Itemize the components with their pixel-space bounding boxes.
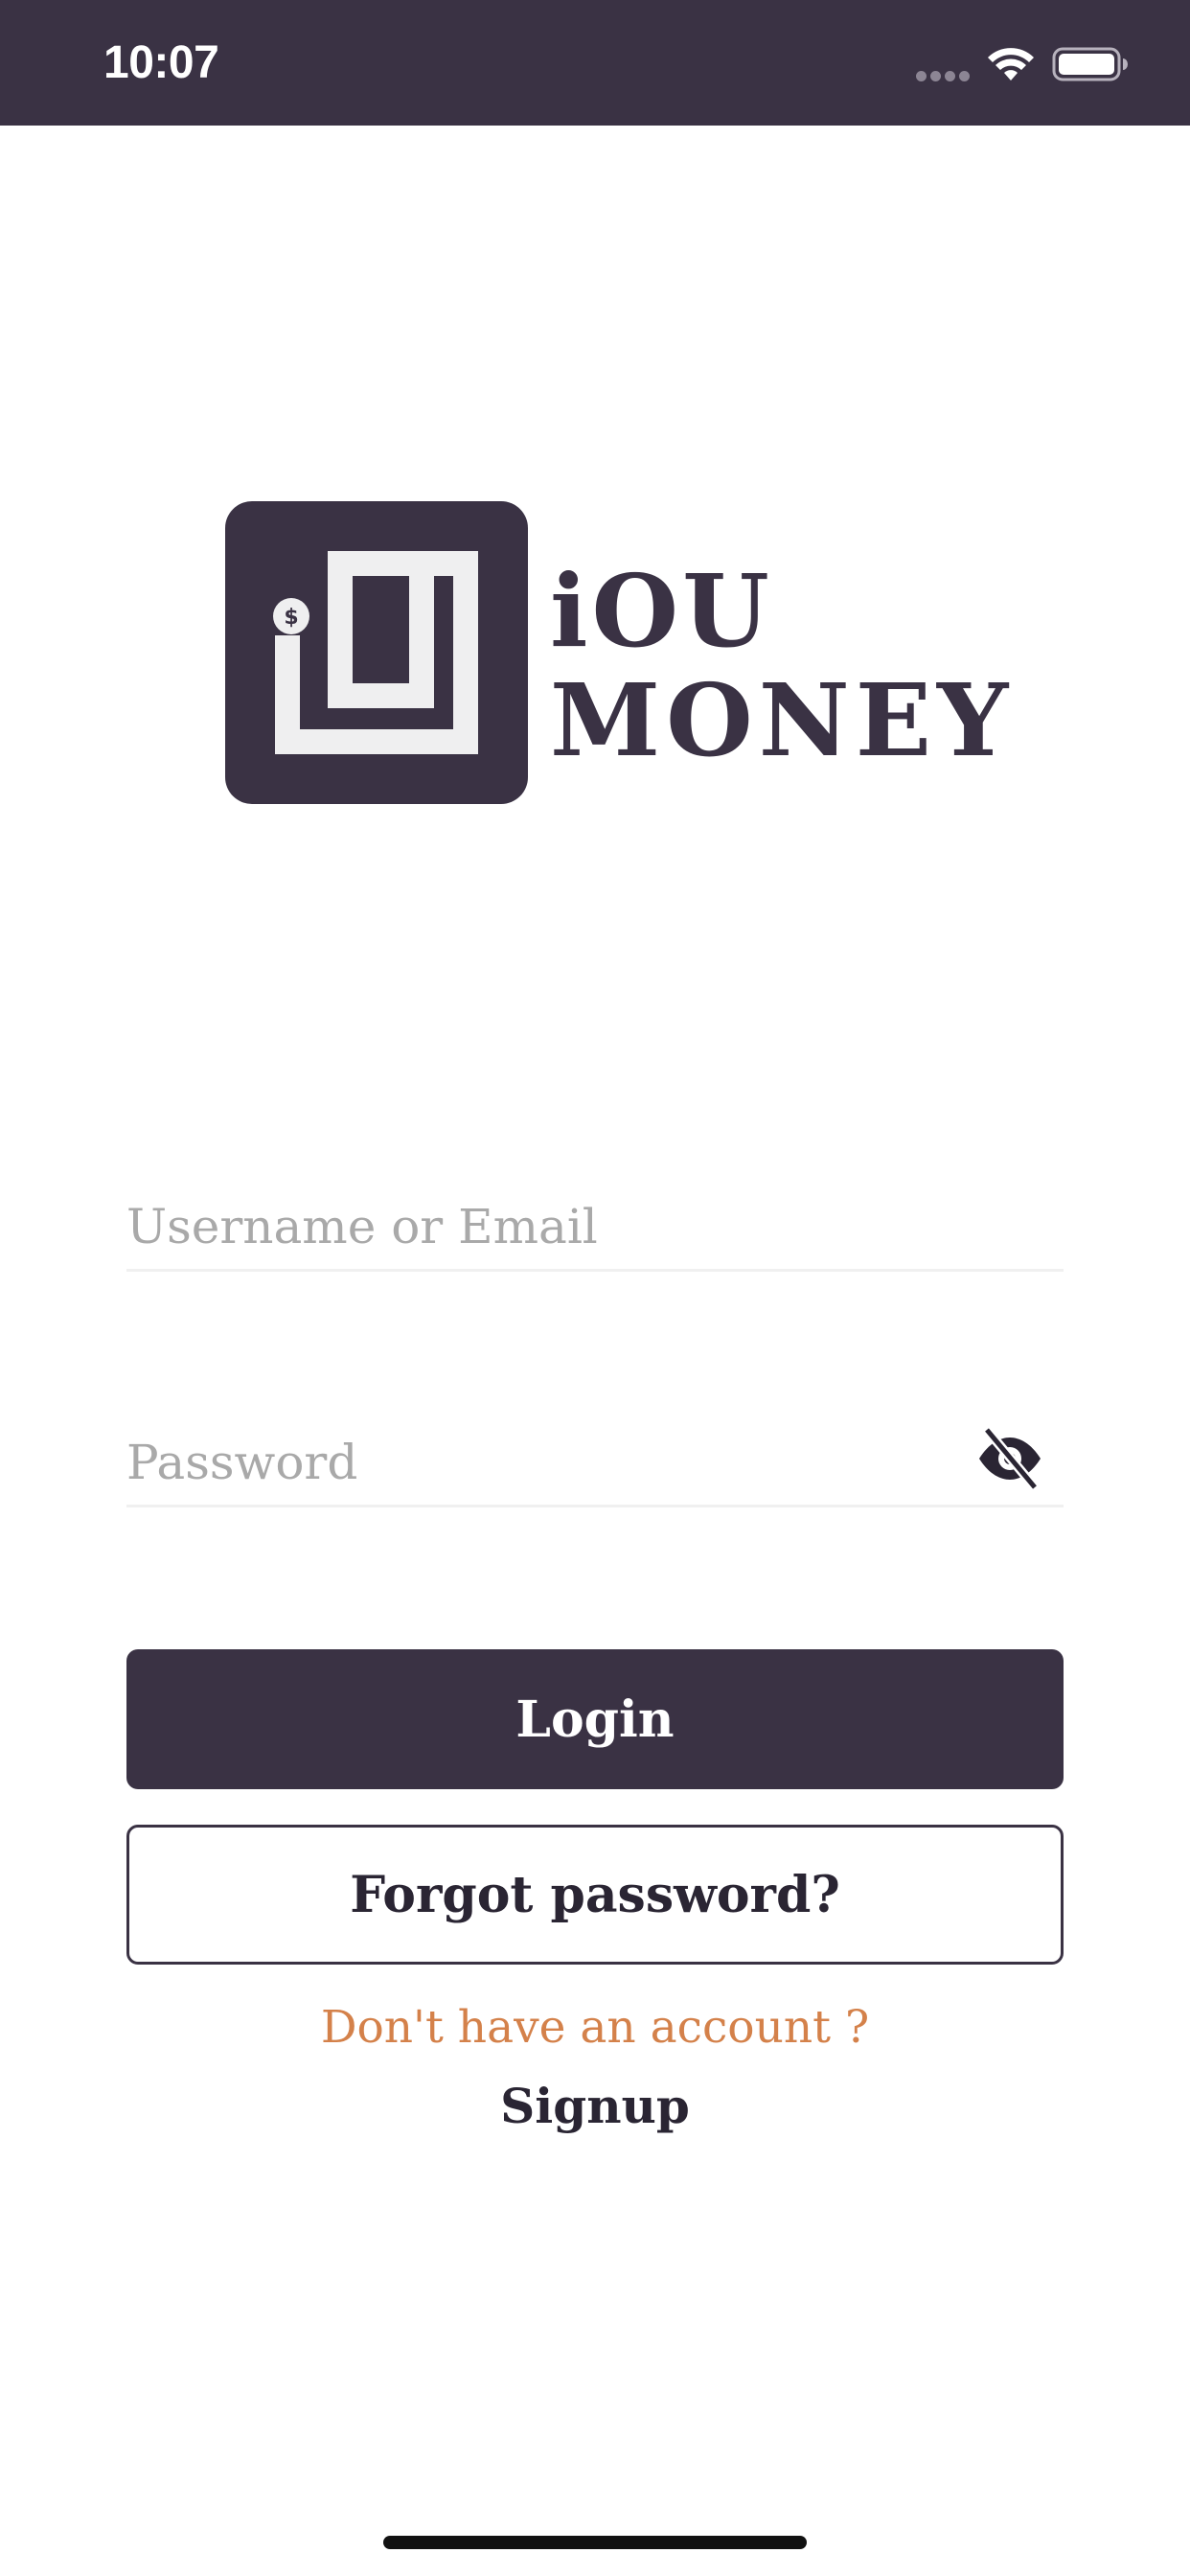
wifi-icon bbox=[988, 48, 1034, 80]
username-field bbox=[126, 1188, 1064, 1272]
battery-icon bbox=[1052, 47, 1128, 81]
brand-name-line1: iOU bbox=[550, 552, 773, 670]
password-field bbox=[126, 1424, 1064, 1507]
eye-off-icon[interactable] bbox=[975, 1424, 1044, 1493]
iou-money-logo: $ bbox=[225, 501, 528, 804]
login-button[interactable]: Login bbox=[126, 1649, 1064, 1789]
password-input[interactable] bbox=[126, 1424, 950, 1501]
forgot-password-button[interactable]: Forgot password? bbox=[126, 1825, 1064, 1965]
username-input[interactable] bbox=[126, 1188, 950, 1265]
brand-name-line2: MONEY bbox=[550, 661, 1015, 779]
home-indicator bbox=[383, 2536, 807, 2549]
status-bar: 10:07 bbox=[0, 0, 1190, 126]
logo-dollar-badge: $ bbox=[284, 606, 298, 630]
signup-link[interactable]: Signup bbox=[0, 2078, 1190, 2134]
cellular-signal-icon bbox=[916, 71, 972, 82]
status-time: 10:07 bbox=[103, 37, 219, 88]
no-account-text: Don't have an account ? bbox=[320, 2001, 870, 2054]
